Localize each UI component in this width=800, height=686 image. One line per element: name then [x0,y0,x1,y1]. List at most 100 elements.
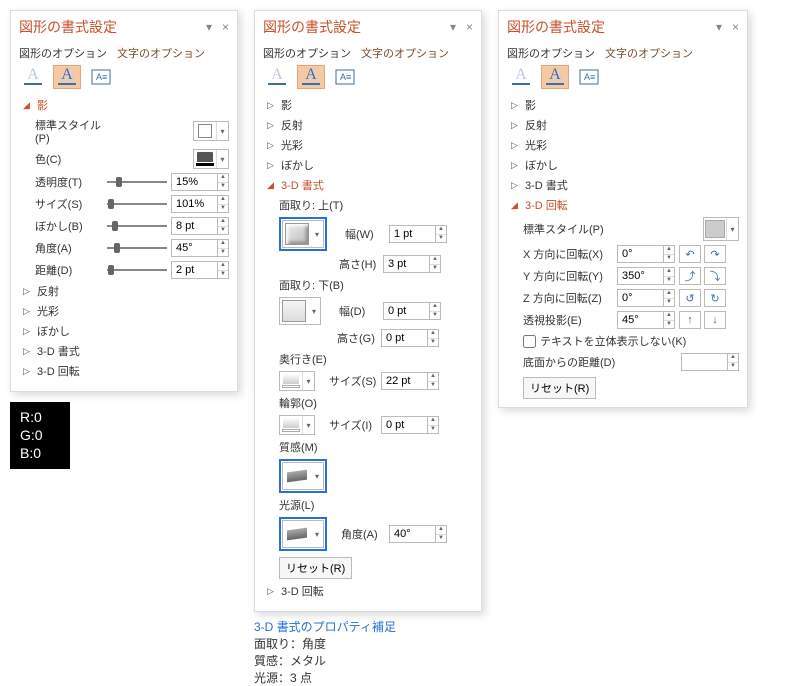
bevel-bottom-label: 面取り: 下(B) [279,277,473,293]
tab-shape-options[interactable]: 図形のオプション [19,45,107,61]
shadow-preset-dropdown[interactable]: ▾ [193,121,229,141]
blur-label: ぼかし(B) [35,218,103,234]
depth-color-dropdown[interactable]: ▾ [279,371,315,391]
section-shadow[interactable]: ▷影 [267,97,473,113]
blur-slider[interactable] [107,219,167,233]
bevel-top-width-label: 幅(W) [345,226,385,242]
transparency-spinner[interactable]: ▲▼ [171,173,229,191]
section-soft[interactable]: ▷ぼかし [23,323,229,339]
roty-label: Y 方向に回転(Y) [523,268,613,284]
section-shadow[interactable]: ▷影 [511,97,739,113]
rotx-left-icon[interactable]: ↶ [679,245,701,263]
perspective-down-icon[interactable]: ↓ [704,311,726,329]
bevel-top-preset[interactable]: ▾ [282,220,324,248]
rotz-label: Z 方向に回転(Z) [523,290,613,306]
text-fill-outline-icon[interactable]: A [507,65,535,89]
rotx-right-icon[interactable]: ↷ [704,245,726,263]
bevel-top-height-spinner[interactable]: ▲▼ [383,255,441,273]
tab-shape-options[interactable]: 図形のオプション [263,45,351,61]
text-effects-icon[interactable]: A [53,65,81,89]
text-effects-icon[interactable]: A [297,65,325,89]
section-shadow[interactable]: ◢影 [23,97,229,113]
angle-slider[interactable] [107,241,167,255]
rotx-label: X 方向に回転(X) [523,246,613,262]
svg-text:A≡: A≡ [584,72,595,82]
rotation-preset-dropdown[interactable]: ▾ [703,217,739,241]
bevel-bottom-height-label: 高さ(G) [337,330,377,346]
close-icon[interactable]: × [732,20,739,34]
roty-spinner[interactable]: ▲▼ [617,267,675,285]
reset-button[interactable]: リセット(R) [523,377,596,399]
rotz-ccw-icon[interactable]: ↺ [679,289,701,307]
section-reflection[interactable]: ▷反射 [511,117,739,133]
rgb-b: B:0 [20,444,60,462]
panel-menu-icon[interactable]: ▾ [716,20,722,34]
section-reflection[interactable]: ▷反射 [267,117,473,133]
color-label: 色(C) [35,151,103,167]
shadow-color-dropdown[interactable]: ▾ [193,149,229,169]
bevel-bottom-preset[interactable]: ▾ [279,297,321,325]
rotz-cw-icon[interactable]: ↻ [704,289,726,307]
rotz-spinner[interactable]: ▲▼ [617,289,675,307]
ground-spinner[interactable]: ▲▼ [681,353,739,371]
section-reflection[interactable]: ▷反射 [23,283,229,299]
contour-color-dropdown[interactable]: ▾ [279,415,315,435]
bevel-bottom-width-spinner[interactable]: ▲▼ [383,302,441,320]
panel-menu-icon[interactable]: ▾ [450,20,456,34]
svg-text:A≡: A≡ [340,72,351,82]
blur-spinner[interactable]: ▲▼ [171,217,229,235]
roty-up-icon[interactable]: ⤴ [679,267,701,285]
panel-title: 図形の書式設定 [263,17,361,37]
text-effects-icon[interactable]: A [541,65,569,89]
size-slider[interactable] [107,197,167,211]
section-soft[interactable]: ▷ぼかし [511,157,739,173]
angle-label: 角度(A) [35,240,103,256]
tab-text-options[interactable]: 文字のオプション [361,45,449,61]
perspective-up-icon[interactable]: ↑ [679,311,701,329]
lighting-angle-spinner[interactable]: ▲▼ [389,525,447,543]
reset-button[interactable]: リセット(R) [279,557,352,579]
close-icon[interactable]: × [466,20,473,34]
textbox-icon[interactable]: A≡ [575,65,603,89]
distance-spinner[interactable]: ▲▼ [171,261,229,279]
section-3d-format[interactable]: ▷3-D 書式 [23,343,229,359]
transparency-slider[interactable] [107,175,167,189]
section-3d-format[interactable]: ◢3-D 書式 [267,177,473,193]
contour-size-label: サイズ(I) [329,417,377,433]
size-spinner[interactable]: ▲▼ [171,195,229,213]
bevel-bottom-height-spinner[interactable]: ▲▼ [381,329,439,347]
section-glow[interactable]: ▷光彩 [267,137,473,153]
text-fill-outline-icon[interactable]: A [263,65,291,89]
textbox-icon[interactable]: A≡ [331,65,359,89]
angle-spinner[interactable]: ▲▼ [171,239,229,257]
format-shape-panel-3dformat: 図形の書式設定 ▾ × 図形のオプション 文字のオプション A A A≡ ▷影 … [254,10,482,612]
section-3d-rotation[interactable]: ▷3-D 回転 [267,583,473,599]
lighting-preset[interactable]: ▾ [282,520,324,548]
roty-down-icon[interactable]: ⤵ [704,267,726,285]
section-3d-rotation[interactable]: ◢3-D 回転 [511,197,739,213]
section-3d-format[interactable]: ▷3-D 書式 [511,177,739,193]
text-fill-outline-icon[interactable]: A [19,65,47,89]
perspective-spinner[interactable]: ▲▼ [617,311,675,329]
textbox-icon[interactable]: A≡ [87,65,115,89]
perspective-label: 透視投影(E) [523,312,613,328]
section-glow[interactable]: ▷光彩 [23,303,229,319]
section-soft[interactable]: ▷ぼかし [267,157,473,173]
tab-text-options[interactable]: 文字のオプション [117,45,205,61]
depth-size-label: サイズ(S) [329,373,377,389]
tab-text-options[interactable]: 文字のオプション [605,45,693,61]
material-preset[interactable]: ▾ [282,462,324,490]
close-icon[interactable]: × [222,20,229,34]
size-label: サイズ(S) [35,196,103,212]
rotx-spinner[interactable]: ▲▼ [617,245,675,263]
flat-text-checkbox[interactable] [523,335,536,348]
panel-menu-icon[interactable]: ▾ [206,20,212,34]
contour-size-spinner[interactable]: ▲▼ [381,416,439,434]
bevel-top-width-spinner[interactable]: ▲▼ [389,225,447,243]
section-glow[interactable]: ▷光彩 [511,137,739,153]
panel-title: 図形の書式設定 [19,17,117,37]
section-3d-rotation[interactable]: ▷3-D 回転 [23,363,229,379]
distance-slider[interactable] [107,263,167,277]
depth-size-spinner[interactable]: ▲▼ [381,372,439,390]
tab-shape-options[interactable]: 図形のオプション [507,45,595,61]
